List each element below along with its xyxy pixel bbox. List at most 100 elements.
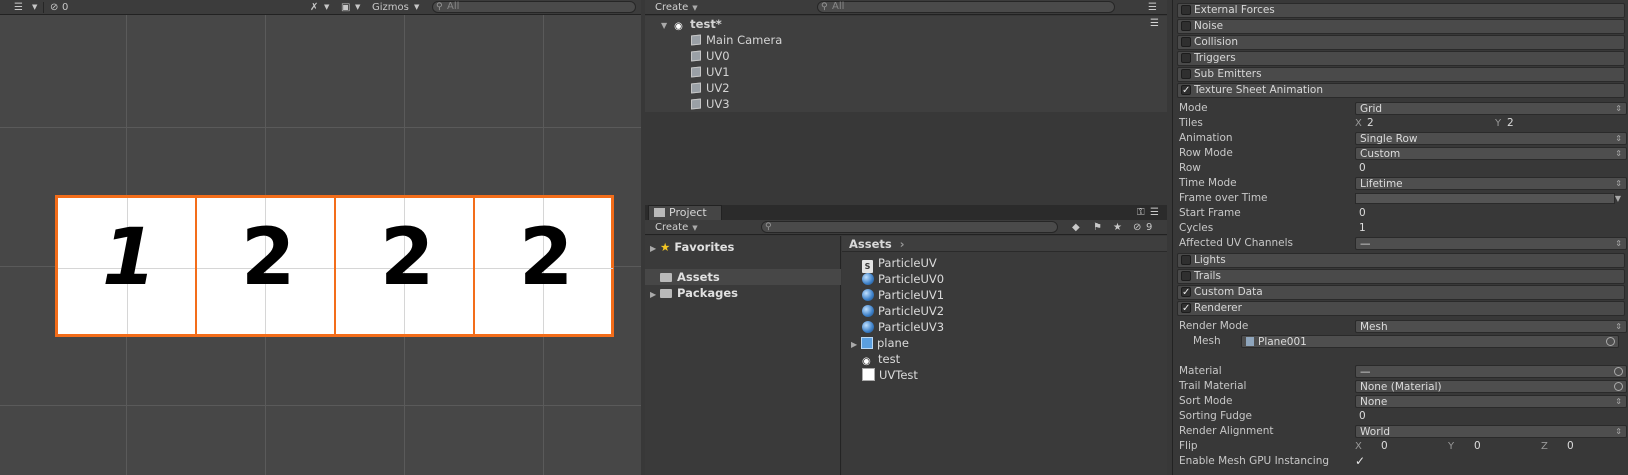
favorite-star-icon[interactable]: ★	[1113, 221, 1122, 234]
animation-dropdown[interactable]: Single Row ⇕	[1355, 132, 1627, 145]
module-noise[interactable]: Noise	[1177, 19, 1625, 34]
hierarchy-search-input[interactable]: ⚲ All	[817, 1, 1115, 13]
hierarchy-item[interactable]: Main Camera	[645, 32, 1167, 48]
flip-y-field[interactable]: 0	[1474, 439, 1481, 454]
hierarchy-item[interactable]: UV2	[645, 80, 1167, 96]
project-create-button[interactable]: Create ▼	[655, 221, 698, 235]
tab-label: Project	[669, 206, 707, 219]
row-mode-dropdown[interactable]: Custom ⇕	[1355, 147, 1627, 160]
chevron-down-icon: ▼	[692, 224, 698, 232]
dropdown-arrow-icon: ⇕	[1615, 179, 1622, 188]
asset-label: ParticleUV0	[878, 272, 945, 286]
module-checkbox[interactable]	[1181, 5, 1191, 15]
scene-menu-icon[interactable]: ☰	[1150, 16, 1159, 32]
tiles-y-field[interactable]: 2	[1507, 116, 1514, 131]
chevron-down-icon[interactable]: ▼	[1615, 191, 1621, 206]
chevron-down-icon[interactable]: ▼	[324, 1, 329, 14]
asset-item[interactable]: S ParticleUV	[842, 255, 1167, 273]
affected-uv-dropdown[interactable]: — ⇕	[1355, 237, 1627, 250]
expand-down-icon[interactable]: ▼	[661, 21, 667, 30]
hidden-packages-icon[interactable]: ⊘	[1133, 221, 1141, 234]
module-triggers[interactable]: Triggers	[1177, 51, 1625, 66]
asset-item[interactable]: UVTest	[842, 367, 1167, 383]
start-frame-field[interactable]: 0	[1355, 207, 1627, 220]
prop-label: Start Frame	[1179, 207, 1241, 219]
folder-icon	[660, 289, 672, 298]
hierarchy-create-button[interactable]: Create ▼	[655, 1, 698, 15]
lock-icon[interactable]: ⚿	[1137, 206, 1145, 219]
tools-icon[interactable]: ✗	[310, 1, 318, 14]
project-search-input[interactable]: ⚲	[761, 221, 1058, 233]
scene-view[interactable]: ☰ ▼ ⊘ 0 ✗ ▼ ▣ ▼ Gizmos ▼ ⚲ All 1 2 2 2	[0, 0, 641, 475]
module-checkbox[interactable]	[1181, 255, 1191, 265]
trail-material-object-field[interactable]: None (Material)	[1355, 380, 1627, 393]
hidden-objects-icon[interactable]: ⊘	[50, 1, 58, 14]
module-checkbox[interactable]	[1181, 37, 1191, 47]
module-checkbox[interactable]	[1181, 69, 1191, 79]
frame-over-time-curve[interactable]	[1355, 193, 1615, 204]
panel-menu-icon[interactable]: ☰	[1150, 206, 1159, 219]
chevron-down-icon[interactable]: ▼	[414, 1, 419, 14]
filter-type-icon[interactable]: ◆	[1072, 221, 1080, 234]
module-sub-emitters[interactable]: Sub Emitters	[1177, 67, 1625, 82]
asset-item[interactable]: ▶ plane	[842, 335, 1167, 351]
asset-item[interactable]: ParticleUV1	[842, 287, 1167, 303]
tab-project[interactable]: Project	[648, 205, 722, 220]
module-label: Noise	[1194, 20, 1224, 32]
module-checkbox[interactable]	[1181, 53, 1191, 63]
module-external-forces[interactable]: External Forces	[1177, 3, 1625, 18]
scene-row[interactable]: ▼ ◉ test* ☰	[645, 16, 1167, 32]
module-checkbox-checked[interactable]: ✓	[1181, 287, 1191, 298]
particle-strip[interactable]: 1 2 2 2	[55, 195, 614, 337]
object-picker-icon[interactable]	[1606, 337, 1615, 346]
tree-item-favorites[interactable]: ▶ ★ Favorites	[645, 239, 841, 255]
scene-search-input[interactable]: ⚲ All	[432, 1, 636, 13]
asset-item[interactable]: ParticleUV3	[842, 319, 1167, 335]
asset-item[interactable]: ParticleUV2	[842, 303, 1167, 319]
module-checkbox-checked[interactable]: ✓	[1181, 303, 1191, 314]
gizmos-button[interactable]: Gizmos	[372, 1, 409, 14]
hierarchy-options-icon[interactable]: ☰	[1148, 1, 1157, 14]
asset-item[interactable]: ◉ test	[842, 351, 1167, 367]
tiles-x-field[interactable]: 2	[1367, 116, 1374, 131]
module-texture-sheet-animation[interactable]: ✓ Texture Sheet Animation	[1177, 83, 1625, 98]
cycles-field[interactable]: 1	[1355, 222, 1627, 235]
module-checkbox[interactable]	[1181, 271, 1191, 281]
chevron-down-icon[interactable]: ▼	[32, 1, 37, 14]
module-lights[interactable]: Lights	[1177, 253, 1625, 268]
hierarchy-item[interactable]: UV1	[645, 64, 1167, 80]
flip-x-field[interactable]: 0	[1381, 439, 1388, 454]
expand-right-icon[interactable]: ▶	[650, 241, 660, 257]
sort-mode-dropdown[interactable]: None ⇕	[1355, 395, 1627, 408]
hierarchy-item[interactable]: UV3	[645, 96, 1167, 112]
module-collision[interactable]: Collision	[1177, 35, 1625, 50]
sorting-fudge-field[interactable]: 0	[1355, 410, 1627, 423]
asset-item[interactable]: ParticleUV0	[842, 271, 1167, 287]
module-checkbox-checked[interactable]: ✓	[1181, 85, 1191, 96]
mode-dropdown[interactable]: Grid ⇕	[1355, 102, 1627, 115]
layers-icon[interactable]: ☰	[14, 1, 23, 14]
object-picker-icon[interactable]	[1614, 367, 1623, 376]
module-trails[interactable]: Trails	[1177, 269, 1625, 284]
tree-item-assets[interactable]: Assets	[645, 269, 841, 285]
breadcrumb-item[interactable]: Assets	[849, 237, 892, 251]
material-object-field[interactable]: —	[1355, 365, 1627, 378]
camera-icon[interactable]: ▣	[341, 1, 350, 14]
hierarchy-list: ▼ ◉ test* ☰ Main Camera UV0 UV1 UV2 UV3	[645, 16, 1167, 112]
row-field[interactable]: 0	[1355, 162, 1627, 175]
object-picker-icon[interactable]	[1614, 382, 1623, 391]
time-mode-dropdown[interactable]: Lifetime ⇕	[1355, 177, 1627, 190]
module-custom-data[interactable]: ✓ Custom Data	[1177, 285, 1625, 300]
module-checkbox[interactable]	[1181, 21, 1191, 31]
hierarchy-item[interactable]: UV0	[645, 48, 1167, 64]
gpu-instancing-checkbox[interactable]: ✓	[1355, 454, 1365, 469]
render-alignment-dropdown[interactable]: World ⇕	[1355, 425, 1627, 438]
expand-right-icon[interactable]: ▶	[650, 287, 660, 303]
module-renderer[interactable]: ✓ Renderer	[1177, 301, 1625, 316]
mesh-object-field[interactable]: Plane001	[1241, 335, 1619, 348]
chevron-down-icon[interactable]: ▼	[355, 1, 360, 14]
filter-label-icon[interactable]: ⚑	[1093, 221, 1102, 234]
tree-item-packages[interactable]: ▶ Packages	[645, 285, 841, 301]
render-mode-dropdown[interactable]: Mesh ⇕	[1355, 320, 1627, 333]
flip-z-field[interactable]: 0	[1567, 439, 1574, 454]
